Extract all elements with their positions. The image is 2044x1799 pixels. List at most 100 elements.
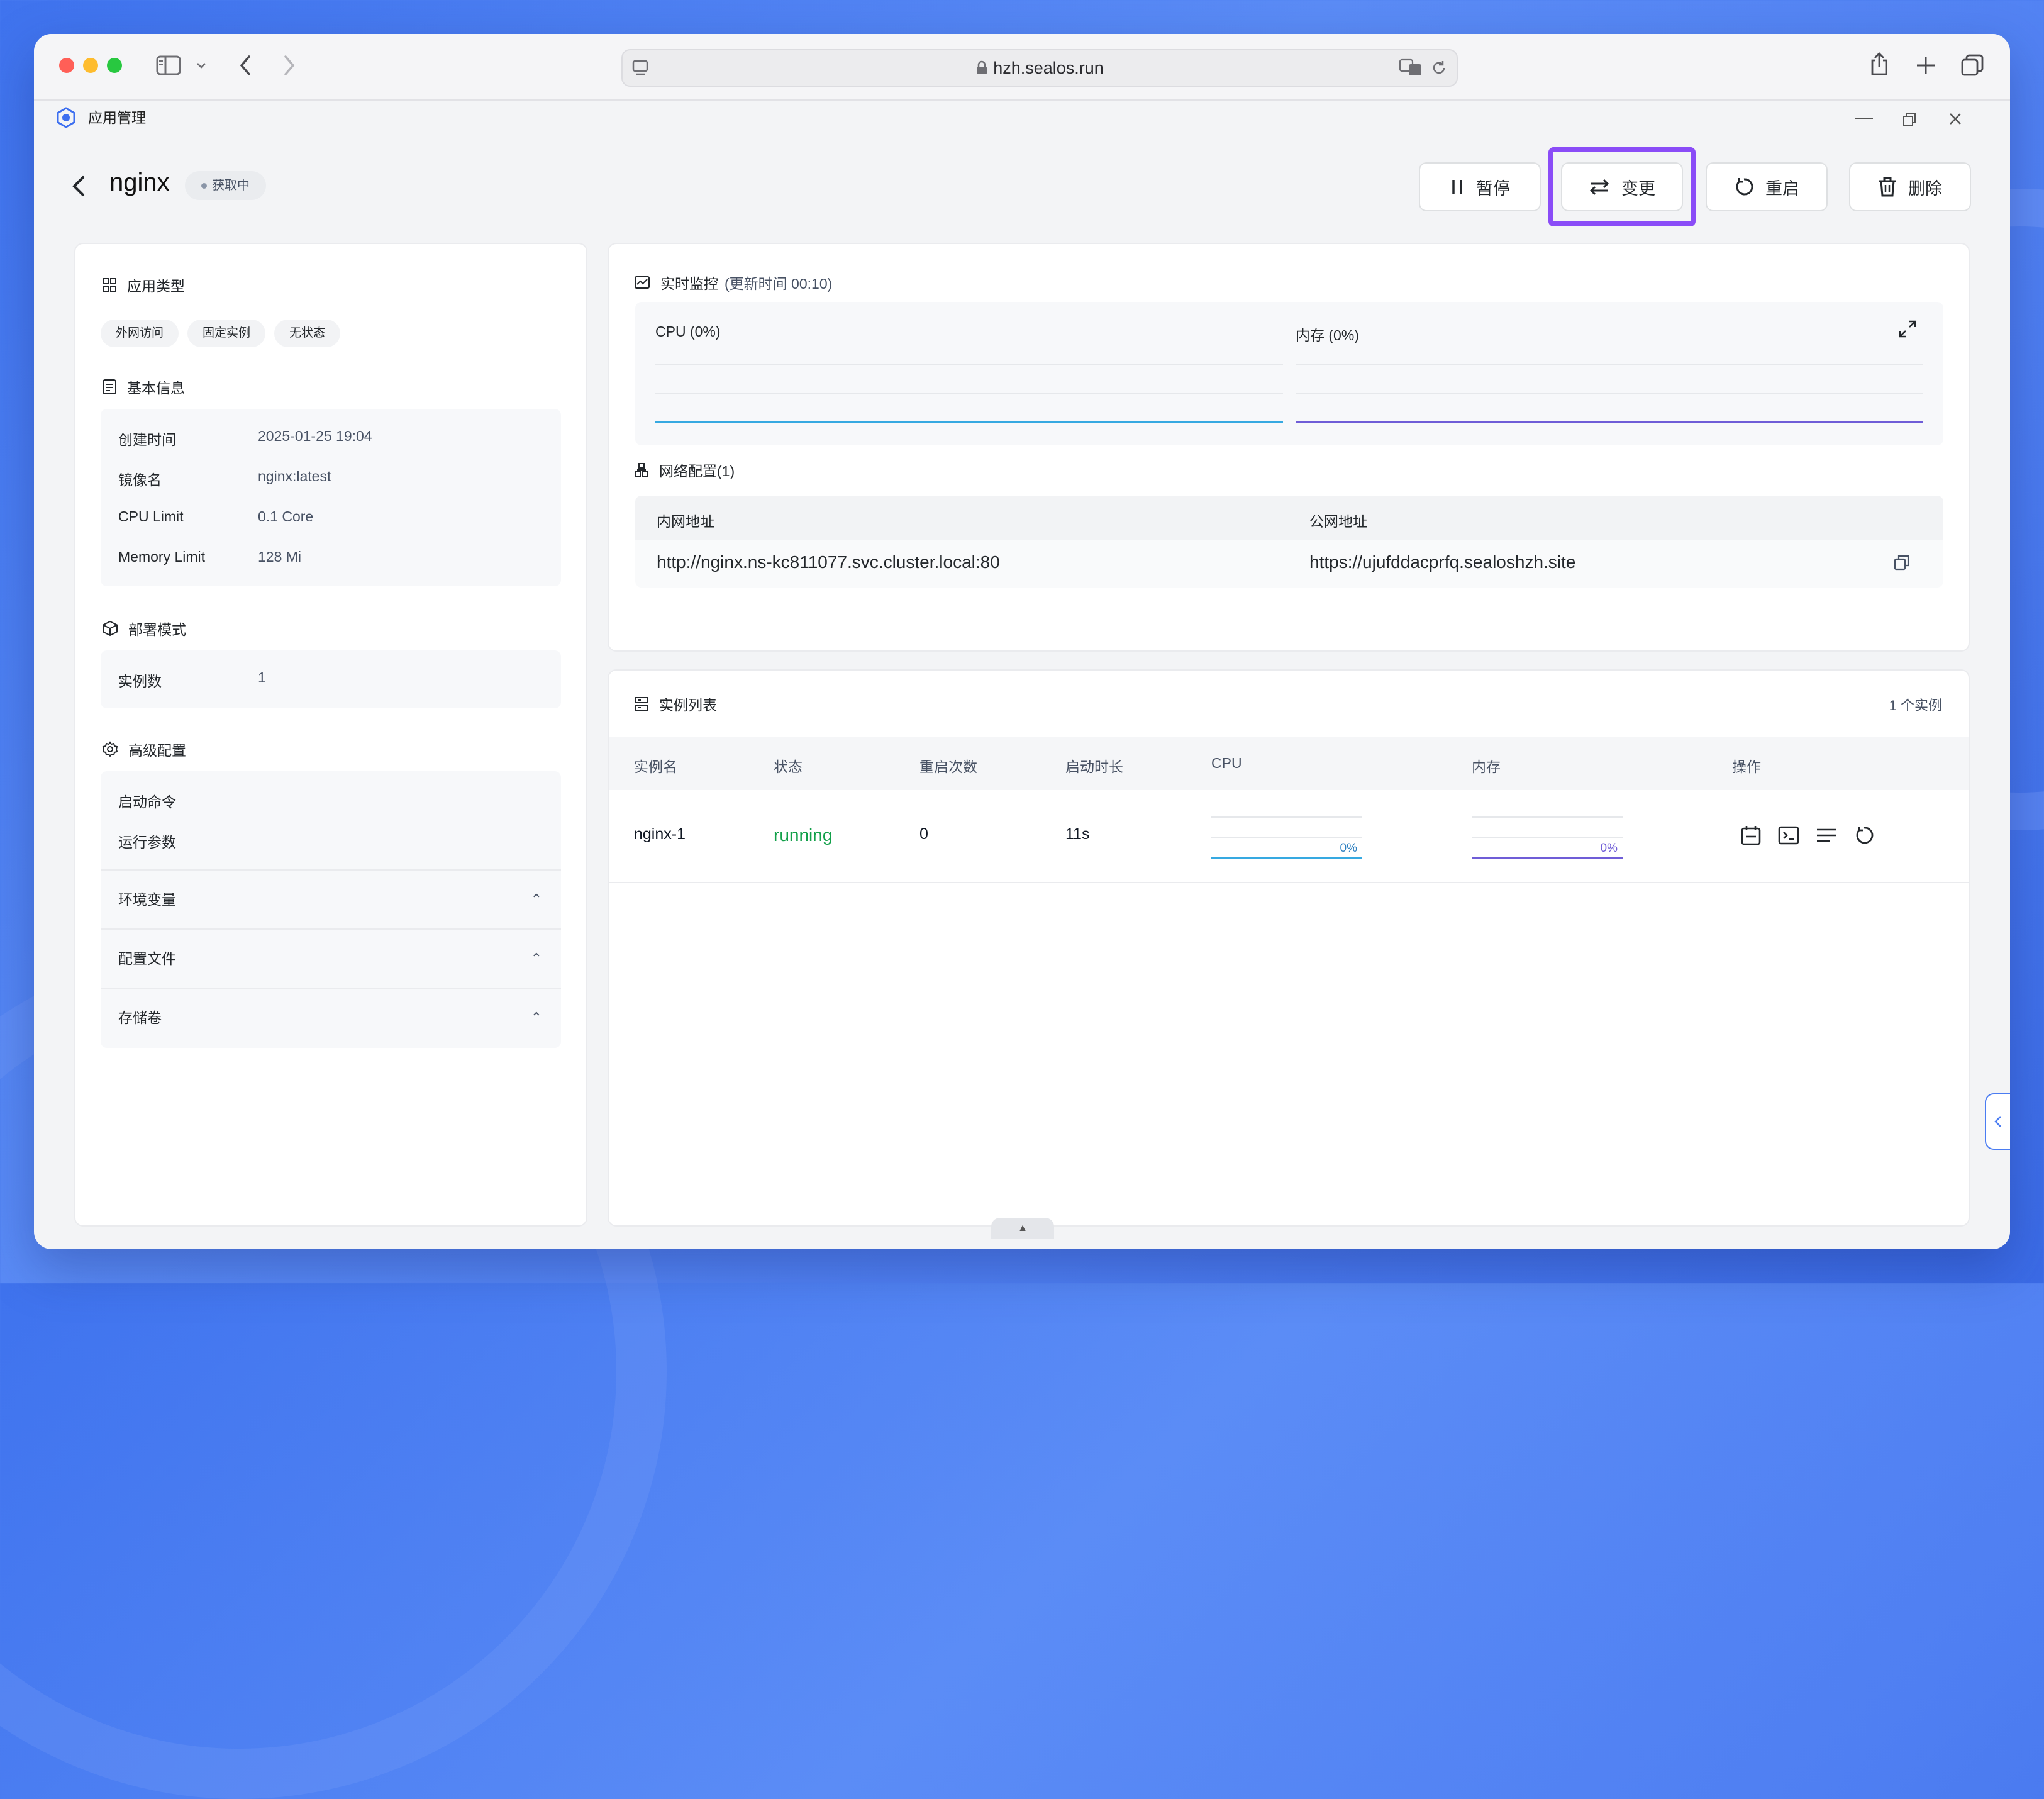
config-files-label: 配置文件: [118, 950, 176, 967]
update-button-highlight: [1548, 147, 1696, 226]
cpu-chart: [655, 364, 1283, 426]
side-collapse-tab[interactable]: [1985, 1093, 2010, 1150]
env-vars-section[interactable]: 环境变量 ⌃: [101, 869, 561, 928]
expand-icon[interactable]: [1898, 320, 1917, 338]
restart-icon: [1736, 178, 1753, 196]
delete-label: 删除: [1908, 179, 1942, 198]
instance-list-label: 实例列表: [659, 697, 717, 713]
app-title: 应用管理: [88, 109, 146, 126]
new-tab-icon[interactable]: [1916, 55, 1936, 75]
col-status: 状态: [774, 759, 803, 775]
info-key: 实例数: [118, 673, 162, 689]
tag-public-access: 外网访问: [101, 320, 179, 347]
storage-section[interactable]: 存储卷 ⌃: [101, 988, 561, 1047]
basic-info-box: 创建时间 2025-01-25 19:04 镜像名 nginx:latest CPU…: [101, 409, 561, 586]
cube-icon: [103, 620, 118, 637]
status-badge: 获取中: [185, 171, 266, 200]
grid-line: [655, 393, 1283, 394]
tab-overview-icon[interactable]: [1961, 54, 1984, 77]
instance-restarts: 0: [919, 825, 928, 843]
calendar-detail-icon[interactable]: [1740, 824, 1762, 847]
grid-line: [655, 364, 1283, 365]
bottom-drawer-handle[interactable]: ▲: [991, 1218, 1054, 1239]
deploy-mode-label: 部署模式: [128, 621, 186, 638]
terminal-icon[interactable]: [1777, 824, 1800, 847]
memory-chart: [1296, 364, 1923, 426]
col-memory: 内存: [1472, 759, 1501, 775]
close-app-icon[interactable]: [1948, 112, 1962, 126]
grid-line: [1296, 393, 1923, 394]
network-table: 内网地址 公网地址 http://nginx.ns-kc811077.svc.c…: [635, 496, 1943, 588]
app-info-panel: 应用类型 外网访问 固定实例 无状态 基本信息 创建时间 2025-01-25 19:…: [74, 243, 587, 1227]
close-window-button[interactable]: [59, 58, 74, 73]
cpu-series-line: [655, 421, 1283, 423]
zoom-window-button[interactable]: [107, 58, 122, 73]
monitor-label: 实时监控: [660, 276, 718, 292]
info-value: 128 Mi: [258, 549, 302, 565]
network-table-header: [635, 496, 1943, 540]
cpu-mini-chart: 0%: [1211, 816, 1362, 861]
status-dot: [201, 183, 207, 189]
instance-name: nginx-1: [634, 825, 686, 843]
translate-icon[interactable]: [1399, 58, 1423, 77]
col-instance-name: 实例名: [634, 759, 677, 775]
instance-uptime: 11s: [1065, 825, 1090, 843]
memory-chart-label: 内存 (0%): [1296, 327, 1359, 343]
restart-button[interactable]: 重启: [1706, 162, 1828, 211]
chevron-left-icon: [1994, 1116, 2001, 1127]
monitor-network-panel: 实时监控 (更新时间 00:10) CPU (0%) 内存 (0%) 网络配置(…: [608, 243, 1970, 652]
monitor-title: 实时监控 (更新时间 00:10): [634, 272, 832, 293]
sealos-logo-icon: [57, 107, 75, 128]
cpu-chart-label: CPU (0%): [655, 323, 721, 340]
logs-icon[interactable]: [1815, 824, 1838, 847]
reload-icon[interactable]: [1430, 59, 1448, 77]
info-value: 2025-01-25 19:04: [258, 428, 372, 444]
public-address-link[interactable]: https://ujufddacprfq.sealoshzh.site: [1309, 552, 1575, 572]
deploy-mode-title: 部署模式: [102, 618, 186, 639]
env-vars-label: 环境变量: [118, 891, 176, 908]
advanced-config-label: 高级配置: [128, 742, 186, 759]
instance-status: running: [774, 825, 833, 845]
copy-icon[interactable]: [1893, 554, 1911, 571]
browser-toolbar: hzh.sealos.run: [34, 34, 2010, 101]
app-type-tags: 外网访问 固定实例 无状态: [101, 320, 349, 347]
trash-icon: [1879, 177, 1896, 197]
minimize-window-button[interactable]: [83, 58, 98, 73]
info-key: Memory Limit: [118, 549, 206, 565]
chevron-up-icon: ⌃: [530, 891, 542, 907]
status-text: 获取中: [212, 179, 250, 192]
storage-label: 存储卷: [118, 1010, 162, 1026]
col-public-address: 公网地址: [1309, 513, 1367, 530]
chevron-up-icon: ⌃: [530, 1010, 542, 1025]
document-icon: [103, 379, 116, 394]
restart-instance-icon[interactable]: [1853, 824, 1875, 847]
tag-fixed-instance: 固定实例: [187, 320, 266, 347]
share-icon[interactable]: [1869, 52, 1889, 77]
monitor-icon: [635, 276, 650, 289]
delete-button[interactable]: 删除: [1849, 162, 1971, 211]
pause-button[interactable]: 暂停: [1419, 162, 1541, 211]
cpu-mini-line: [1211, 857, 1362, 859]
memory-series-line: [1296, 421, 1923, 423]
run-args-label: 运行参数: [118, 834, 176, 850]
chevron-down-icon[interactable]: [196, 62, 206, 69]
monitor-updated-time: (更新时间 00:10): [725, 276, 833, 292]
minimize-app-button[interactable]: —: [1855, 106, 1873, 128]
sidebar-icon[interactable]: [156, 55, 181, 75]
app-name: nginx: [109, 169, 170, 196]
basic-info-label: 基本信息: [127, 380, 185, 396]
app-titlebar: 应用管理 —: [34, 101, 2010, 135]
back-icon[interactable]: [69, 174, 88, 199]
internal-address[interactable]: http://nginx.ns-kc811077.svc.cluster.loc…: [657, 552, 1000, 572]
info-key: 创建时间: [118, 432, 176, 448]
forward-arrow-icon[interactable]: [283, 54, 296, 77]
config-files-section[interactable]: 配置文件 ⌃: [101, 928, 561, 988]
address-bar[interactable]: hzh.sealos.run: [621, 49, 1458, 87]
restore-app-icon[interactable]: [1902, 112, 1917, 127]
grid-line: [1472, 837, 1623, 838]
advanced-config-box: 启动命令 运行参数 环境变量 ⌃ 配置文件 ⌃ 存储卷 ⌃: [101, 771, 561, 1048]
grid-line: [1472, 816, 1623, 818]
cpu-percent: 0%: [1340, 842, 1357, 855]
back-arrow-icon[interactable]: [239, 54, 252, 77]
start-command-label: 启动命令: [118, 794, 176, 810]
